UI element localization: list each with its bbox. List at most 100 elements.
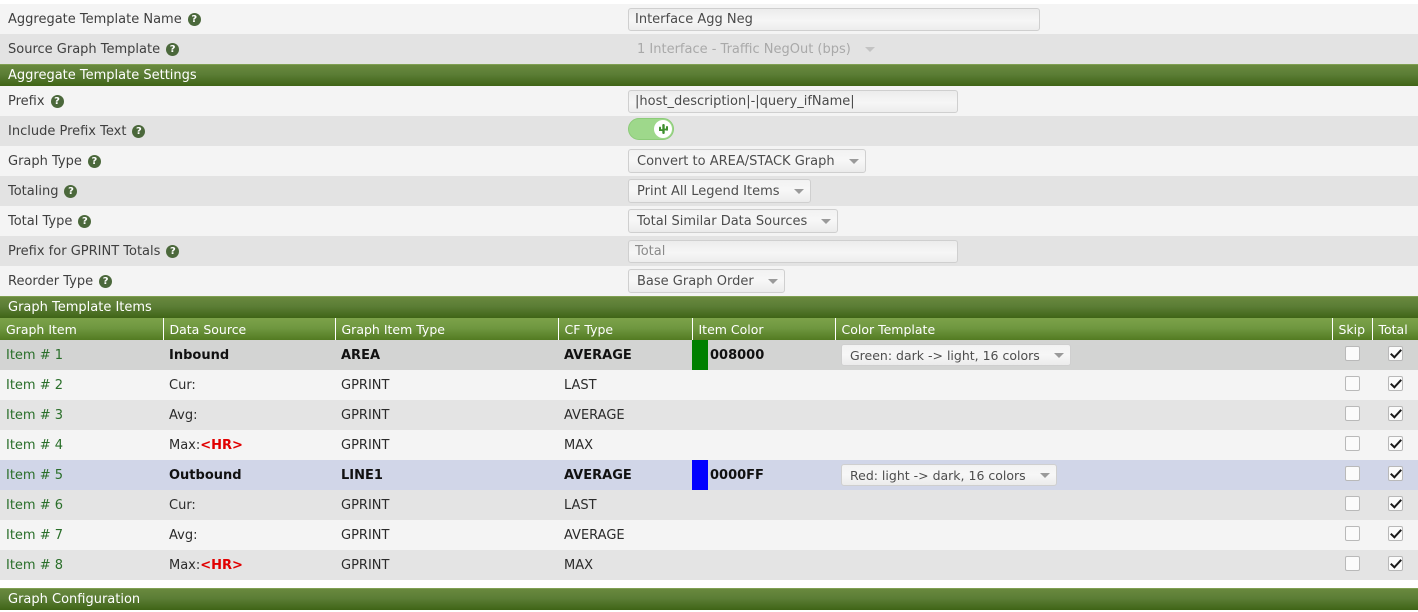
totaling-select[interactable]: Print All Legend Items: [628, 179, 811, 203]
aggregate-template-name-input[interactable]: [628, 7, 1040, 31]
table-row[interactable]: Item # 6 Cur: GPRINT LAST: [0, 490, 1418, 520]
reorder-type-label: Reorder Type: [8, 273, 94, 289]
col-total[interactable]: Total: [1372, 318, 1418, 340]
form-row-prefix: Prefix ?: [0, 86, 1418, 116]
help-icon[interactable]: ?: [64, 184, 78, 198]
total-checkbox[interactable]: [1387, 555, 1403, 571]
form-row-include-prefix-text: Include Prefix Text ?: [0, 116, 1418, 146]
help-icon[interactable]: ?: [99, 274, 113, 288]
graph-item-link[interactable]: Item # 1: [0, 340, 163, 370]
item-color-cell: [692, 520, 835, 550]
data-source-text: Outbound: [169, 467, 242, 483]
total-checkbox[interactable]: [1387, 465, 1403, 481]
skip-checkbox[interactable]: [1344, 435, 1360, 451]
graph-item-link[interactable]: Item # 6: [0, 490, 163, 520]
prefix-gprint-totals-input[interactable]: [628, 239, 958, 263]
label-cell: Prefix for GPRINT Totals ?: [0, 236, 620, 266]
col-skip[interactable]: Skip: [1332, 318, 1373, 340]
skip-checkbox[interactable]: [1344, 375, 1360, 391]
table-row[interactable]: Item # 3 Avg: GPRINT AVERAGE: [0, 400, 1418, 430]
graph-item-link[interactable]: Item # 8: [0, 550, 163, 580]
help-icon[interactable]: ?: [78, 214, 92, 228]
total-checkbox[interactable]: [1387, 345, 1403, 361]
total-checkbox[interactable]: [1387, 495, 1403, 511]
items-table-body: Item # 1 Inbound AREA AVERAGE 008000 Green: d…: [0, 340, 1418, 580]
graph-item-type-cell: GPRINT: [341, 527, 390, 543]
graph-item-link[interactable]: Item # 4: [0, 430, 163, 460]
skip-checkbox[interactable]: [1344, 405, 1360, 421]
item-color-hex: 008000: [710, 347, 765, 363]
item-color-cell: 0000FF: [692, 460, 835, 490]
total-type-select[interactable]: Total Similar Data Sources: [628, 209, 839, 233]
skip-cell: [1332, 460, 1372, 490]
total-cell: [1372, 370, 1418, 400]
color-template-cell: Red: light -> dark, 16 colors: [835, 460, 1332, 490]
skip-checkbox[interactable]: [1344, 465, 1360, 481]
aggregate-template-page: Aggregate Template Name ? Source Graph T…: [0, 0, 1418, 612]
total-cell: [1372, 520, 1418, 550]
label-cell: Aggregate Template Name ?: [0, 4, 620, 34]
total-checkbox[interactable]: [1387, 375, 1403, 391]
color-template-select[interactable]: Green: dark -> light, 16 colors: [841, 344, 1071, 366]
help-icon[interactable]: ?: [87, 154, 101, 168]
table-row[interactable]: Item # 5 Outbound LINE1 AVERAGE 0000FF Red: l…: [0, 460, 1418, 490]
field-label: Prefix for GPRINT Totals ?: [8, 243, 180, 259]
col-cf-type[interactable]: CF Type: [558, 318, 693, 340]
chevron-down-icon: [1053, 352, 1064, 358]
table-row[interactable]: Item # 1 Inbound AREA AVERAGE 008000 Green: d…: [0, 340, 1418, 370]
form-row-totaling: Totaling ? Print All Legend Items: [0, 176, 1418, 206]
color-template-cell: [835, 430, 1332, 460]
table-row[interactable]: Item # 2 Cur: GPRINT LAST: [0, 370, 1418, 400]
data-source-text: Inbound: [169, 347, 230, 363]
form-row-aggregate-template-name: Aggregate Template Name ?: [0, 4, 1418, 34]
graph-type-label: Graph Type: [8, 153, 82, 169]
field-label: Prefix ?: [8, 94, 64, 109]
col-data-source[interactable]: Data Source: [163, 318, 336, 340]
col-color-template[interactable]: Color Template: [835, 318, 1333, 340]
col-graph-item-type[interactable]: Graph Item Type: [335, 318, 559, 340]
help-icon[interactable]: ?: [166, 244, 180, 258]
graph-item-link[interactable]: Item # 2: [0, 370, 163, 400]
help-icon[interactable]: ?: [132, 124, 146, 138]
table-row[interactable]: Item # 8 Max:<HR> GPRINT MAX: [0, 550, 1418, 580]
skip-checkbox[interactable]: [1344, 345, 1360, 361]
reorder-type-select[interactable]: Base Graph Order: [628, 269, 785, 293]
prefix-gprint-totals-label: Prefix for GPRINT Totals: [8, 243, 161, 259]
help-icon[interactable]: ?: [187, 12, 201, 26]
graph-item-link[interactable]: Item # 5: [0, 460, 163, 490]
data-source-cell: Cur:: [163, 370, 335, 400]
help-icon[interactable]: ?: [50, 94, 64, 108]
help-icon[interactable]: ?: [166, 42, 180, 56]
total-checkbox[interactable]: [1387, 405, 1403, 421]
skip-cell: [1332, 550, 1372, 580]
color-template-cell: [835, 550, 1332, 580]
section-header-aggregate-template-settings: Aggregate Template Settings: [0, 64, 1418, 86]
total-checkbox[interactable]: [1387, 525, 1403, 541]
skip-checkbox[interactable]: [1344, 495, 1360, 511]
col-graph-item[interactable]: Graph Item: [0, 318, 164, 340]
chevron-down-icon: [848, 158, 859, 164]
table-bottom-spacer: [0, 580, 1418, 588]
table-row[interactable]: Item # 7 Avg: GPRINT AVERAGE: [0, 520, 1418, 550]
field-label: Totaling ?: [8, 184, 78, 199]
item-color-cell: [692, 490, 835, 520]
total-checkbox[interactable]: [1387, 435, 1403, 451]
source-graph-template-label: Source Graph Template: [8, 41, 161, 57]
top-form: Aggregate Template Name ? Source Graph T…: [0, 4, 1418, 64]
graph-item-link[interactable]: Item # 3: [0, 400, 163, 430]
total-type-label: Total Type: [8, 213, 73, 229]
field-cell: [620, 236, 1418, 266]
field-label: Include Prefix Text ?: [8, 124, 146, 139]
color-template-select[interactable]: Red: light -> dark, 16 colors: [841, 464, 1057, 486]
data-source-cell: Avg:: [163, 520, 335, 550]
table-row[interactable]: Item # 4 Max:<HR> GPRINT MAX: [0, 430, 1418, 460]
skip-cell: [1332, 340, 1372, 370]
col-item-color[interactable]: Item Color: [692, 318, 836, 340]
skip-checkbox[interactable]: [1344, 525, 1360, 541]
graph-item-link[interactable]: Item # 7: [0, 520, 163, 550]
skip-checkbox[interactable]: [1344, 555, 1360, 571]
include-prefix-text-toggle[interactable]: [628, 118, 674, 140]
prefix-input[interactable]: [628, 89, 958, 113]
color-template-value: Red: light -> dark, 16 colors: [850, 467, 1026, 483]
graph-type-select[interactable]: Convert to AREA/STACK Graph: [628, 149, 866, 173]
